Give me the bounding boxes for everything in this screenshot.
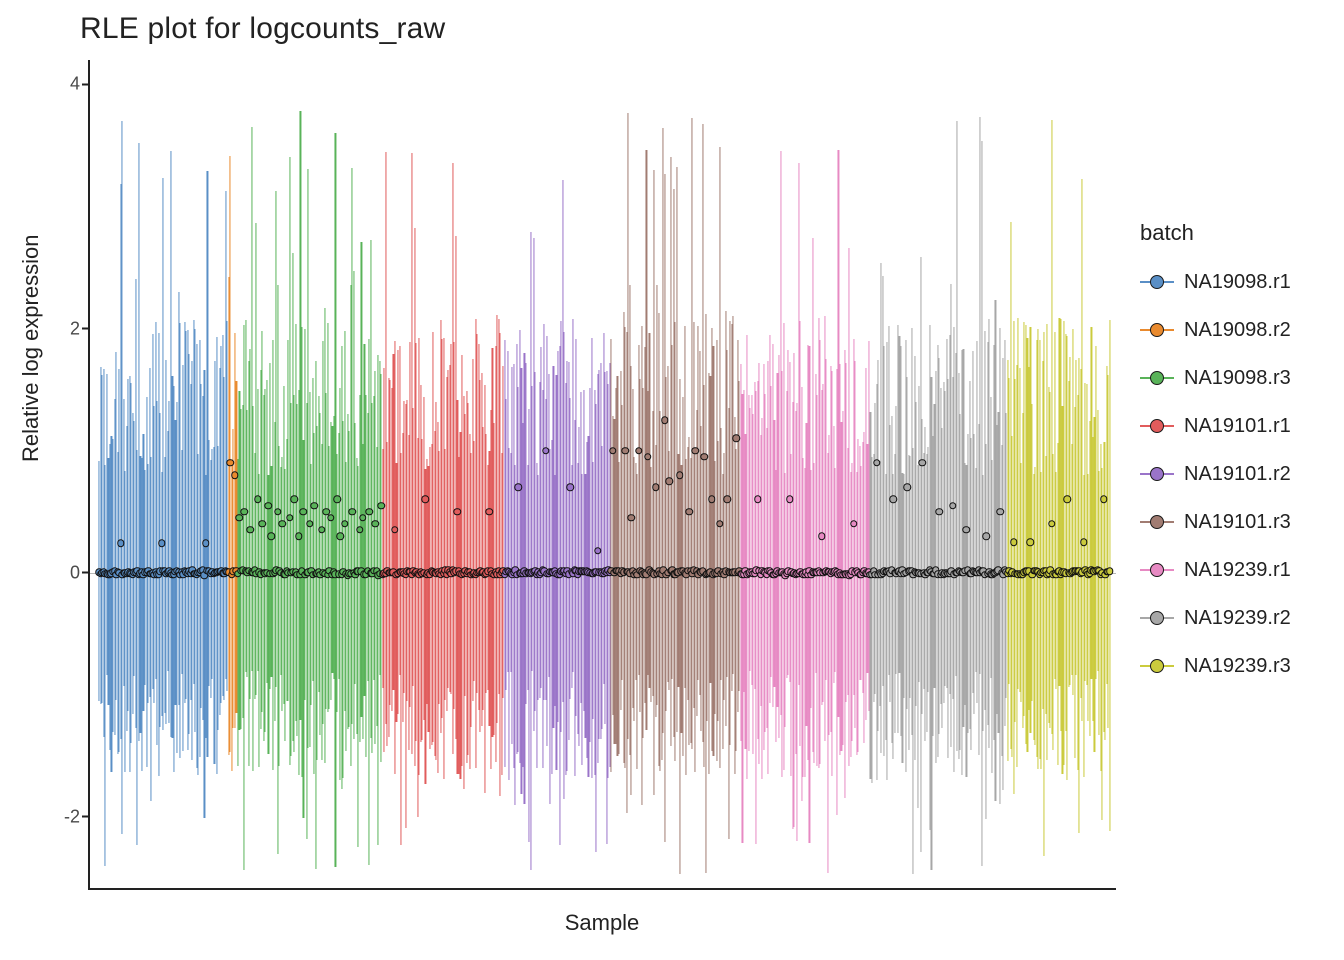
chart-title: RLE plot for logcounts_raw: [80, 12, 445, 46]
stage: RLE plot for logcounts_raw Relative log …: [0, 0, 1344, 960]
legend-label: NA19098.r3: [1184, 367, 1291, 390]
legend-item: NA19101.r2: [1140, 454, 1291, 494]
legend-label: NA19098.r2: [1184, 319, 1291, 342]
axis-left: [88, 60, 90, 890]
legend-label: NA19098.r1: [1184, 271, 1291, 294]
legend-label: NA19239.r1: [1184, 559, 1291, 582]
legend-key: [1140, 365, 1174, 391]
y-tick: -2: [40, 806, 80, 827]
legend-item: NA19239.r3: [1140, 646, 1291, 686]
legend-key: [1140, 413, 1174, 439]
legend-key: [1140, 509, 1174, 535]
x-axis-label: Sample: [88, 910, 1116, 936]
plot-panel: [88, 60, 1116, 890]
legend-item: NA19098.r1: [1140, 262, 1291, 302]
legend-item: NA19098.r3: [1140, 358, 1291, 398]
y-tick: 2: [40, 318, 80, 339]
legend-key: [1140, 557, 1174, 583]
legend-title: batch: [1140, 220, 1291, 246]
legend-label: NA19239.r3: [1184, 655, 1291, 678]
y-tick: 0: [40, 562, 80, 583]
legend-label: NA19239.r2: [1184, 607, 1291, 630]
axis-bottom: [88, 888, 1116, 890]
legend-label: NA19101.r2: [1184, 463, 1291, 486]
legend-key: [1140, 317, 1174, 343]
legend-key: [1140, 653, 1174, 679]
samples-layer: [88, 60, 1116, 890]
legend: batch NA19098.r1 NA19098.r2 NA19098.r3 NA19…: [1140, 220, 1291, 694]
legend-label: NA19101.r3: [1184, 511, 1291, 534]
sample: [1109, 60, 1110, 890]
legend-item: NA19098.r2: [1140, 310, 1291, 350]
legend-key: [1140, 269, 1174, 295]
y-axis-label: Relative log expression: [18, 235, 44, 462]
legend-label: NA19101.r1: [1184, 415, 1291, 438]
legend-item: NA19239.r1: [1140, 550, 1291, 590]
legend-key: [1140, 461, 1174, 487]
legend-key: [1140, 605, 1174, 631]
legend-item: NA19101.r1: [1140, 406, 1291, 446]
legend-item: NA19101.r3: [1140, 502, 1291, 542]
legend-item: NA19239.r2: [1140, 598, 1291, 638]
y-tick: 4: [40, 74, 80, 95]
